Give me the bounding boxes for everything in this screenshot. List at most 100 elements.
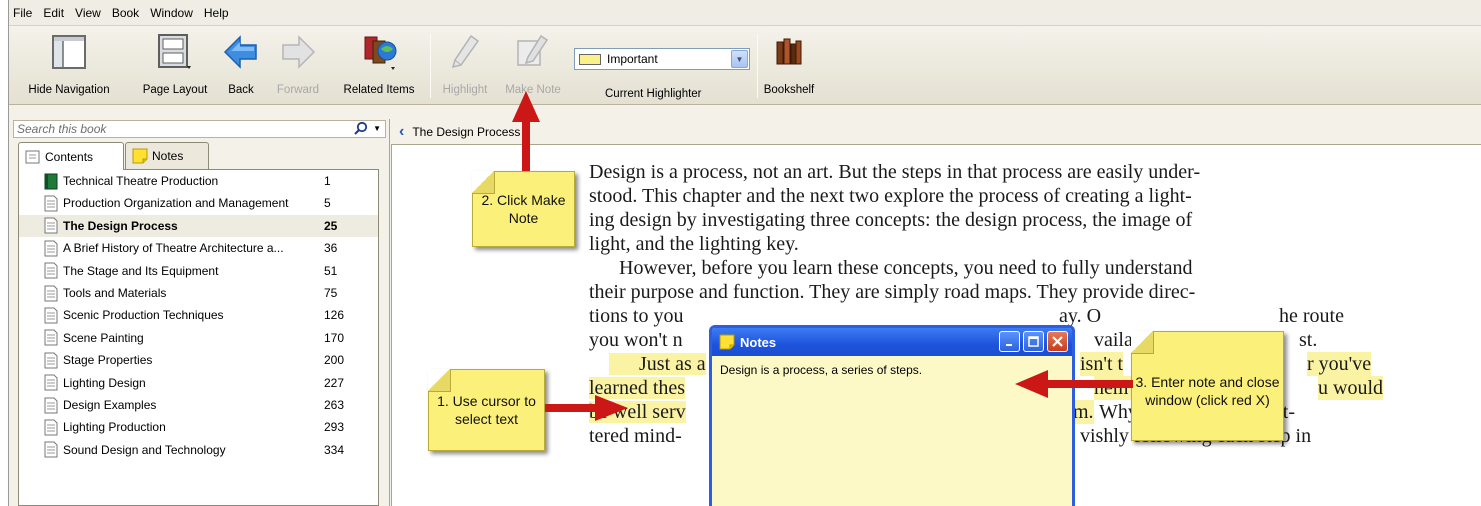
back-button[interactable]: Back: [221, 30, 261, 102]
toc-item-title: Design Examples: [63, 398, 157, 412]
tab-notes[interactable]: Notes: [125, 142, 209, 169]
bookshelf-label: Bookshelf: [763, 84, 815, 96]
highlighter-pen-icon: [443, 30, 487, 74]
toc-item-title: Stage Properties: [63, 353, 153, 368]
sticky-note-icon: [719, 334, 735, 350]
menu-help[interactable]: Help: [204, 6, 229, 20]
page-icon: [44, 285, 58, 301]
toolbar: Hide Navigation Page Layout Back Forward…: [9, 26, 1481, 105]
toc-item[interactable]: Sound Design and Technology 334: [19, 439, 378, 461]
make-note-icon: [511, 30, 555, 74]
highlighted-text: be well serv: [589, 401, 686, 423]
page-layout-button[interactable]: Page Layout: [135, 30, 215, 102]
close-button[interactable]: [1047, 331, 1068, 352]
minimize-button[interactable]: [999, 331, 1020, 352]
toc-item-page: 25: [324, 218, 338, 233]
notes-title-bar[interactable]: Notes: [712, 328, 1072, 356]
current-highlighter-select[interactable]: Important ▼: [574, 48, 750, 70]
make-note-button[interactable]: Make Note: [501, 30, 565, 102]
page-icon: [44, 397, 58, 413]
highlighted-text: Just as a: [609, 353, 706, 375]
bookshelf-button[interactable]: Bookshelf: [761, 30, 817, 102]
maximize-icon: [1028, 336, 1039, 347]
search-icon: [354, 121, 368, 135]
toc-item-page: 334: [324, 442, 345, 457]
forward-button[interactable]: Forward: [273, 30, 323, 102]
notes-window[interactable]: Notes Design is a process, a series of s…: [709, 325, 1075, 506]
toc-item[interactable]: Lighting Production 293: [19, 416, 378, 438]
text-line: light, and the lighting key.: [589, 233, 799, 255]
callout-select-text: 1. Use cursor to select text: [428, 369, 545, 451]
toc-item[interactable]: Stage Properties 200: [19, 349, 378, 371]
navigation-pane-icon: [47, 30, 91, 74]
page-layout-icon: [153, 30, 197, 74]
breadcrumb-title[interactable]: The Design Process: [412, 125, 520, 139]
text-fragment: st.: [1299, 329, 1318, 351]
toc-item[interactable]: Scenic Production Techniques 126: [19, 304, 378, 326]
toolbar-separator: [757, 34, 758, 98]
book-icon: [44, 173, 58, 189]
page-icon: [44, 329, 58, 346]
toc-item[interactable]: Production Organization and Management 5: [19, 192, 378, 214]
text-line: Design is a process, not an art. But the…: [589, 161, 1201, 183]
page-icon: [44, 441, 58, 458]
toc-item-page: 263: [324, 398, 345, 412]
contents-page-icon: [25, 150, 40, 163]
dropdown-arrow-icon[interactable]: ▼: [731, 50, 748, 68]
toc-item-title: Sound Design and Technology: [63, 442, 226, 457]
toc-item-page: 5: [324, 196, 331, 211]
toc-item-page: 200: [324, 353, 345, 368]
toc-item[interactable]: Technical Theatre Production 1: [19, 170, 378, 192]
highlight-color-swatch: [579, 53, 601, 65]
sticky-note-icon: [132, 148, 148, 164]
text-line: However, before you learn these concepts…: [619, 257, 1193, 279]
hide-navigation-label: Hide Navigation: [28, 84, 110, 96]
search-input[interactable]: Search this book: [17, 122, 106, 136]
chevron-left-icon[interactable]: ‹: [399, 123, 404, 141]
page-icon: [44, 195, 58, 212]
close-icon: [1052, 336, 1063, 347]
toc-item-title: Scenic Production Techniques: [63, 308, 224, 323]
maximize-button[interactable]: [1023, 331, 1044, 352]
page-icon: [44, 307, 58, 324]
forward-arrow-icon: [276, 30, 320, 74]
toc-item-page: 36: [324, 241, 338, 256]
text-line: stood. This chapter and the next two exp…: [589, 185, 1192, 207]
toc-item-page: 51: [324, 263, 338, 278]
menu-file[interactable]: File: [13, 6, 32, 20]
search-options-chevron-icon: ▼: [373, 123, 381, 133]
toc-item[interactable]: The Design Process 25: [19, 214, 378, 237]
toolbar-separator: [430, 34, 431, 98]
highlighted-text: learned thes: [589, 377, 686, 399]
toc-item-page: 227: [324, 375, 345, 390]
menu-edit[interactable]: Edit: [43, 6, 64, 20]
navigation-sidebar: Search this book ▼ Contents Notes Techni…: [9, 119, 390, 506]
toc-item-page: 75: [324, 286, 338, 300]
hide-navigation-button[interactable]: Hide Navigation: [13, 30, 125, 102]
toc-item[interactable]: The Stage and Its Equipment 51: [19, 260, 378, 282]
menu-book[interactable]: Book: [112, 6, 139, 20]
page-icon: [44, 240, 58, 257]
related-items-button[interactable]: Related Items: [334, 30, 424, 102]
toc-item-title: Scene Painting: [63, 330, 144, 345]
toc-item-title: Lighting Design: [63, 375, 146, 390]
toc-item[interactable]: Lighting Design 227: [19, 372, 378, 394]
search-button[interactable]: ▼: [354, 121, 381, 135]
highlighted-text: m.: [1073, 400, 1094, 424]
highlighted-text: isn't t: [1080, 352, 1124, 376]
toc-item-title: Tools and Materials: [63, 286, 167, 300]
toc-item[interactable]: Design Examples 263: [19, 394, 378, 416]
note-text-area[interactable]: Design is a process, a series of steps.: [712, 356, 1072, 384]
tab-contents[interactable]: Contents: [18, 142, 124, 170]
menu-view[interactable]: View: [75, 6, 101, 20]
search-box[interactable]: Search this book ▼: [13, 120, 386, 138]
toc-item[interactable]: Scene Painting 170: [19, 327, 378, 349]
page-icon: [44, 419, 58, 436]
toc-item[interactable]: A Brief History of Theatre Architecture …: [19, 237, 378, 259]
text-line: their purpose and function. They are sim…: [589, 281, 1196, 303]
text-fragment: you won't n: [589, 329, 683, 351]
highlight-button[interactable]: Highlight: [437, 30, 493, 102]
toc-item-title: The Stage and Its Equipment: [63, 263, 219, 278]
menu-window[interactable]: Window: [150, 6, 193, 20]
toc-item[interactable]: Tools and Materials 75: [19, 282, 378, 304]
